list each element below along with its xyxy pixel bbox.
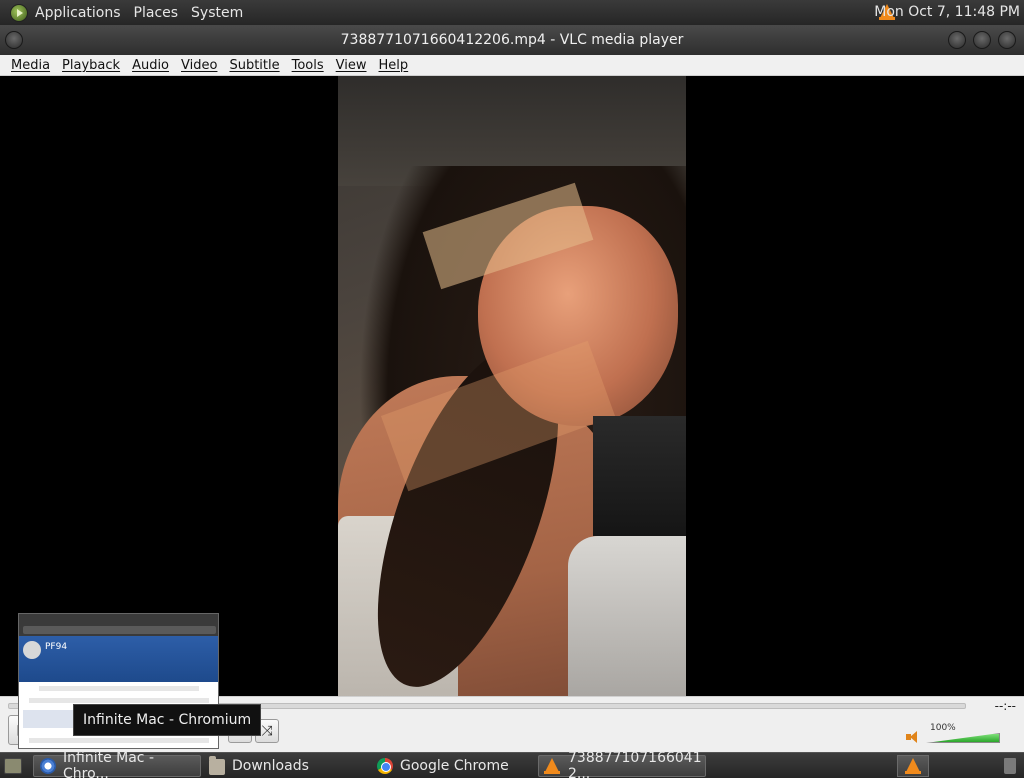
menubar: Media Playback Audio Video Subtitle Tool…: [0, 55, 1024, 76]
menu-subtitle[interactable]: Subtitle: [223, 58, 285, 73]
video-frame: [338, 76, 686, 696]
volume-slider[interactable]: [926, 733, 1000, 743]
volume-icon[interactable]: [906, 731, 920, 743]
task-label: 738877107166041 2...: [568, 750, 702, 778]
menu-playback[interactable]: Playback: [56, 58, 126, 73]
maximize-button[interactable]: [973, 31, 991, 49]
task-chromium[interactable]: Infinite Mac - Chro...: [33, 750, 201, 778]
taskbar: Infinite Mac - Chro... Downloads Google …: [0, 750, 1024, 778]
task-label: Infinite Mac - Chro...: [63, 750, 154, 778]
window-titlebar[interactable]: 7388771071660412206.mp4 - VLC media play…: [0, 25, 1024, 55]
shuffle-icon: ⤨: [261, 723, 273, 739]
system-menu[interactable]: System: [191, 5, 243, 21]
volume-percent: 100%: [930, 723, 956, 733]
window-title: 7388771071660412206.mp4 - VLC media play…: [340, 32, 684, 48]
menu-audio[interactable]: Audio: [126, 58, 175, 73]
applications-menu[interactable]: Applications: [35, 5, 121, 21]
chrome-icon: [377, 758, 393, 774]
task-vlc[interactable]: 738877107166041 2...: [538, 750, 706, 778]
menu-tools[interactable]: Tools: [286, 58, 330, 73]
places-menu[interactable]: Places: [134, 5, 179, 21]
preview-avatar: [23, 641, 41, 659]
task-label: Downloads: [232, 758, 309, 774]
folder-icon: [209, 756, 225, 775]
task-label: Google Chrome: [400, 758, 509, 774]
chromium-icon: [40, 758, 56, 774]
vlc-icon: [544, 758, 561, 774]
menu-help[interactable]: Help: [373, 58, 415, 73]
time-display: --:--: [994, 699, 1016, 713]
clock[interactable]: Mon Oct 7, 11:48 PM: [874, 4, 1020, 20]
top-panel: Applications Places System Mon Oct 7, 11…: [0, 0, 1024, 25]
distro-logo-icon[interactable]: [10, 3, 28, 22]
close-button[interactable]: [998, 31, 1016, 49]
vlc-tray-button[interactable]: [897, 755, 929, 777]
trash-icon[interactable]: [1004, 758, 1016, 774]
task-tooltip: Infinite Mac - Chromium: [73, 704, 262, 736]
volume-fill: [927, 734, 999, 742]
window-menu-button[interactable]: [5, 31, 23, 49]
menu-view[interactable]: View: [330, 58, 373, 73]
video-output[interactable]: [0, 76, 1024, 696]
task-google-chrome[interactable]: Google Chrome: [370, 755, 538, 777]
vlc-cone-icon: [905, 758, 921, 774]
minimize-button[interactable]: [948, 31, 966, 49]
show-desktop-icon[interactable]: [4, 758, 22, 774]
menu-media[interactable]: Media: [5, 58, 56, 73]
preview-title: PF94: [45, 642, 68, 652]
task-downloads[interactable]: Downloads: [202, 755, 370, 777]
menu-video[interactable]: Video: [175, 58, 223, 73]
